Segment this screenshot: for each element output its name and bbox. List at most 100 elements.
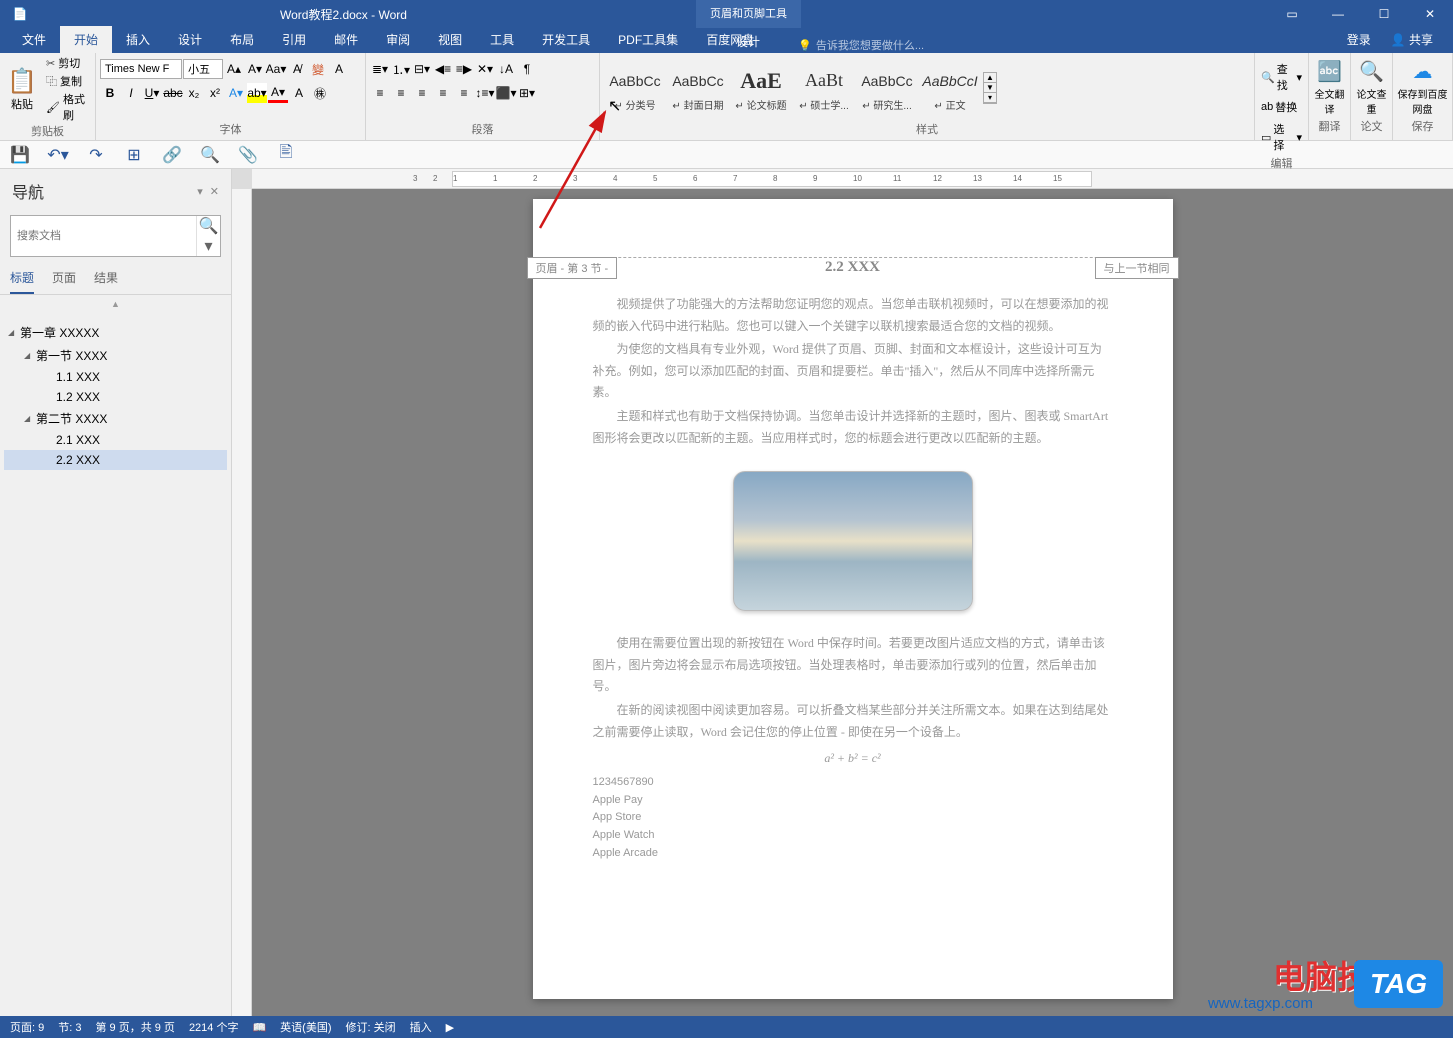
collapse-icon[interactable]: ◢ xyxy=(24,351,36,360)
translate-group[interactable]: 🔤 全文翻译 翻译 xyxy=(1309,53,1351,140)
text-effects-button[interactable]: A▾ xyxy=(226,83,246,103)
status-words[interactable]: 2214 个字 xyxy=(189,1019,239,1035)
tree-item[interactable]: ◢第二节 XXXX xyxy=(4,407,227,430)
find-button[interactable]: 🔍查找▾ xyxy=(1259,59,1304,95)
nav-tab-headings[interactable]: 标题 xyxy=(10,269,34,294)
shading-button[interactable]: ⬛▾ xyxy=(496,83,516,103)
status-insert[interactable]: 插入 xyxy=(410,1019,432,1035)
subscript-button[interactable]: x₂ xyxy=(184,83,204,103)
change-case-button[interactable]: Aa▾ xyxy=(266,59,286,79)
increase-indent-button[interactable]: ≡▶ xyxy=(454,59,474,79)
bold-button[interactable]: B xyxy=(100,83,120,103)
collapse-icon[interactable]: ◢ xyxy=(24,414,36,423)
font-size-select[interactable] xyxy=(183,59,223,79)
style-item[interactable]: AaBbCcI↵ 正文 xyxy=(919,56,981,120)
style-item[interactable]: AaBbCc↵ 研究生... xyxy=(856,56,918,120)
select-button[interactable]: ▭选择▾ xyxy=(1259,119,1304,155)
multilevel-button[interactable]: ⊟▾ xyxy=(412,59,432,79)
nav-tab-pages[interactable]: 页面 xyxy=(52,269,76,294)
tab-dev[interactable]: 开发工具 xyxy=(528,26,604,53)
tree-item[interactable]: 1.1 XXX xyxy=(4,367,227,387)
search-icon[interactable]: 🔍▾ xyxy=(196,216,220,256)
font-color-button[interactable]: A▾ xyxy=(268,83,288,103)
status-spell-icon[interactable]: 📖 xyxy=(252,1021,266,1034)
share-button[interactable]: 👤 共享 xyxy=(1381,26,1443,53)
tab-view[interactable]: 视图 xyxy=(424,26,476,53)
strike-button[interactable]: abc xyxy=(163,83,183,103)
tab-mail[interactable]: 邮件 xyxy=(320,26,372,53)
tab-pdf[interactable]: PDF工具集 xyxy=(604,26,692,53)
save-icon[interactable]: 💾 xyxy=(10,145,30,165)
tree-item[interactable]: ◢第一章 XXXXX xyxy=(4,321,227,344)
scroll-up-icon[interactable]: ▲ xyxy=(984,73,996,83)
login-button[interactable]: 登录 xyxy=(1337,26,1381,53)
line-spacing-button[interactable]: ↕≡▾ xyxy=(475,83,495,103)
justify-button[interactable]: ≡ xyxy=(433,83,453,103)
tab-home[interactable]: 开始 xyxy=(60,26,112,53)
tree-item[interactable]: 2.2 XXX xyxy=(4,450,227,470)
shrink-font-button[interactable]: A▾ xyxy=(245,59,265,79)
char-border-button[interactable]: A xyxy=(329,59,349,79)
italic-button[interactable]: I xyxy=(121,83,141,103)
nav-tab-results[interactable]: 结果 xyxy=(94,269,118,294)
style-item[interactable]: AaBbCc↵ 封面日期 xyxy=(667,56,729,120)
underline-button[interactable]: U▾ xyxy=(142,83,162,103)
tab-context-design[interactable]: 设计 xyxy=(720,28,776,55)
cut-button[interactable]: ✂剪切 xyxy=(46,55,91,71)
maximize-button[interactable]: ☐ xyxy=(1361,0,1407,28)
redo-icon[interactable]: ↷ xyxy=(86,145,106,165)
qat-icon-5[interactable]: 🖹 xyxy=(276,145,296,165)
clear-format-button[interactable]: A̸ xyxy=(287,59,307,79)
char-shading-button[interactable]: A xyxy=(289,83,309,103)
qat-icon-2[interactable]: 🔗 xyxy=(162,145,182,165)
qat-icon-3[interactable]: 🔍 xyxy=(200,145,220,165)
paste-button[interactable]: 📋 粘贴 xyxy=(4,67,40,112)
tree-item[interactable]: ◢第一节 XXXX xyxy=(4,344,227,367)
enclose-char-button[interactable]: ㊑ xyxy=(310,83,330,103)
grow-font-button[interactable]: A▴ xyxy=(224,59,244,79)
status-page[interactable]: 页面: 9 xyxy=(10,1019,44,1035)
collapse-icon[interactable]: ◢ xyxy=(8,328,20,337)
font-name-select[interactable] xyxy=(100,59,182,79)
document-page[interactable]: 页眉 - 第 3 节 - 与上一节相同 2.2 XXX 视频提供了功能强大的方法… xyxy=(533,199,1173,999)
scroll-expand-icon[interactable]: ▾ xyxy=(984,93,996,103)
qat-icon-4[interactable]: 📎 xyxy=(238,145,258,165)
tab-design[interactable]: 设计 xyxy=(164,26,216,53)
asian-layout-button[interactable]: ✕▾ xyxy=(475,59,495,79)
phonetic-button[interactable]: 變 xyxy=(308,59,328,79)
borders-button[interactable]: ⊞▾ xyxy=(517,83,537,103)
qat-icon-1[interactable]: ⊞ xyxy=(124,145,144,165)
save-baidu-group[interactable]: ☁ 保存到百度网盘 保存 xyxy=(1393,53,1453,140)
format-painter-button[interactable]: 🖌格式刷 xyxy=(46,91,91,123)
tree-item[interactable]: 1.2 XXX xyxy=(4,387,227,407)
style-item[interactable]: AaBt↵ 硕士学... xyxy=(793,56,855,120)
review-group[interactable]: 🔍 论文查重 论文 xyxy=(1351,53,1393,140)
tab-layout[interactable]: 布局 xyxy=(216,26,268,53)
horizontal-ruler[interactable]: 321 123 456 789 101112 131415 xyxy=(452,171,1092,187)
highlight-button[interactable]: ab▾ xyxy=(247,83,267,103)
decrease-indent-button[interactable]: ◀≡ xyxy=(433,59,453,79)
nav-close-icon[interactable]: ✕ xyxy=(210,186,219,198)
bullets-button[interactable]: ≣▾ xyxy=(370,59,390,79)
tab-review[interactable]: 审阅 xyxy=(372,26,424,53)
nav-dropdown-icon[interactable]: ▾ xyxy=(197,186,203,198)
style-item[interactable]: AaE↵ 论文标题 xyxy=(730,56,792,120)
nav-collapse-icon[interactable]: ▲ xyxy=(0,295,231,313)
tab-references[interactable]: 引用 xyxy=(268,26,320,53)
status-section[interactable]: 节: 3 xyxy=(58,1019,81,1035)
distribute-button[interactable]: ≡ xyxy=(454,83,474,103)
styles-scroll[interactable]: ▲ ▼ ▾ xyxy=(983,72,997,104)
sort-button[interactable]: ↓A xyxy=(496,59,516,79)
ribbon-options-icon[interactable]: ▭ xyxy=(1269,0,1315,28)
copy-button[interactable]: ⿻复制 xyxy=(46,73,91,89)
tab-tools[interactable]: 工具 xyxy=(476,26,528,53)
tell-me-search[interactable]: 💡 告诉我您想要做什么... xyxy=(798,37,924,53)
replace-button[interactable]: ab替换 xyxy=(1259,97,1304,117)
superscript-button[interactable]: x² xyxy=(205,83,225,103)
tree-item[interactable]: 2.1 XXX xyxy=(4,430,227,450)
align-left-button[interactable]: ≡ xyxy=(370,83,390,103)
align-center-button[interactable]: ≡ xyxy=(391,83,411,103)
minimize-button[interactable]: — xyxy=(1315,0,1361,28)
status-page-of[interactable]: 第 9 页，共 9 页 xyxy=(95,1019,174,1035)
show-marks-button[interactable]: ¶ xyxy=(517,59,537,79)
